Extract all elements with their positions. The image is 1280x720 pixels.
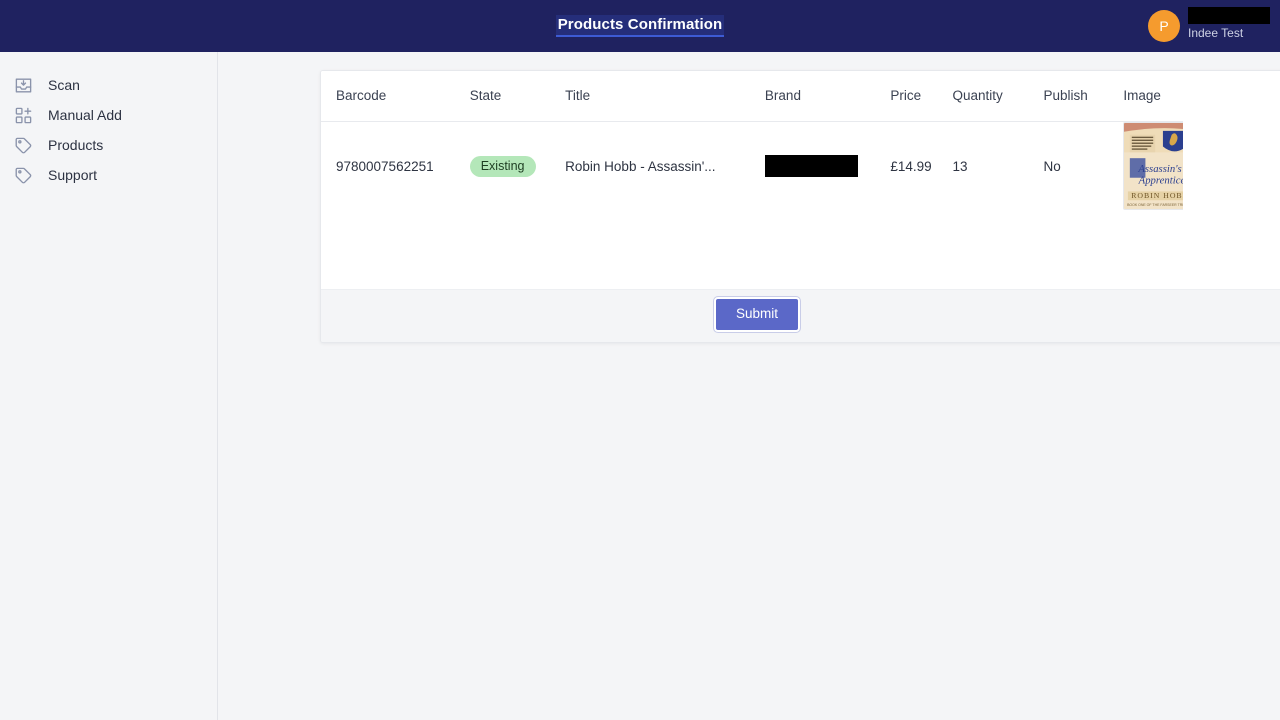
grid-plus-icon: [12, 104, 34, 126]
cell-brand: [765, 121, 890, 211]
inbox-download-icon: [12, 74, 34, 96]
table-row[interactable]: 9780007562251 Existing Robin Hobb - Assa…: [321, 121, 1183, 211]
brand-value-redacted: [765, 155, 858, 177]
sidebar: Scan Manual Add Products: [0, 52, 218, 720]
page-title: Products Confirmation: [0, 0, 1280, 52]
user-account-area[interactable]: P Indee Test: [1148, 0, 1270, 52]
table-header: Barcode State Title Brand Price Quantity…: [321, 71, 1183, 121]
column-header-publish[interactable]: Publish: [1043, 71, 1123, 121]
tag-icon: [12, 134, 34, 156]
svg-text:Apprentice: Apprentice: [1138, 175, 1183, 187]
cell-barcode: 9780007562251: [321, 121, 470, 211]
sidebar-item-label: Support: [48, 167, 97, 183]
column-header-barcode[interactable]: Barcode: [321, 71, 470, 121]
sidebar-item-support[interactable]: Support: [0, 160, 217, 190]
cell-quantity: 13: [952, 121, 1043, 211]
column-header-price[interactable]: Price: [890, 71, 952, 121]
products-confirmation-card: Barcode State Title Brand Price Quantity…: [320, 70, 1280, 343]
cell-state: Existing: [470, 121, 565, 211]
user-name-label: Indee Test: [1188, 26, 1243, 40]
svg-text:ROBIN HOBB: ROBIN HOBB: [1132, 191, 1183, 200]
table-header-row: Barcode State Title Brand Price Quantity…: [321, 71, 1183, 121]
svg-text:Assassin's: Assassin's: [1138, 163, 1182, 175]
product-title: Robin Hobb - Assassin'...: [565, 159, 725, 174]
sidebar-item-label: Manual Add: [48, 107, 122, 123]
product-thumbnail[interactable]: Assassin's Apprentice ROBIN HOBB BOOK ON…: [1123, 122, 1183, 210]
products-table: Barcode State Title Brand Price Quantity…: [321, 71, 1183, 211]
column-header-title[interactable]: Title: [565, 71, 765, 121]
cell-title: Robin Hobb - Assassin'...: [565, 121, 765, 211]
svg-text:BOOK ONE OF THE FARSEER TRILOG: BOOK ONE OF THE FARSEER TRILOGY: [1127, 203, 1183, 207]
sidebar-item-label: Scan: [48, 77, 80, 93]
status-badge: Existing: [470, 156, 536, 178]
sidebar-item-label: Products: [48, 137, 103, 153]
tag-icon: [12, 164, 34, 186]
main-content: Barcode State Title Brand Price Quantity…: [218, 52, 1280, 720]
sidebar-item-products[interactable]: Products: [0, 130, 217, 160]
column-header-brand[interactable]: Brand: [765, 71, 890, 121]
avatar[interactable]: P: [1148, 10, 1180, 42]
organization-name-redacted: [1188, 7, 1270, 24]
table-body: 9780007562251 Existing Robin Hobb - Assa…: [321, 121, 1183, 211]
cell-publish: No: [1043, 121, 1123, 211]
card-footer: Submit: [321, 289, 1280, 343]
column-header-state[interactable]: State: [470, 71, 565, 121]
table-scroll-viewport[interactable]: Barcode State Title Brand Price Quantity…: [321, 71, 1183, 289]
app-header: Products Confirmation P Indee Test: [0, 0, 1280, 52]
page-title-text: Products Confirmation: [556, 15, 725, 37]
sidebar-item-scan[interactable]: Scan: [0, 70, 217, 100]
column-header-image[interactable]: Image: [1123, 71, 1183, 121]
user-meta: Indee Test: [1188, 6, 1270, 46]
cell-image: Assassin's Apprentice ROBIN HOBB BOOK ON…: [1123, 121, 1183, 211]
submit-button[interactable]: Submit: [714, 297, 800, 332]
column-header-quantity[interactable]: Quantity: [952, 71, 1043, 121]
cell-price: £14.99: [890, 121, 952, 211]
sidebar-item-manual-add[interactable]: Manual Add: [0, 100, 217, 130]
